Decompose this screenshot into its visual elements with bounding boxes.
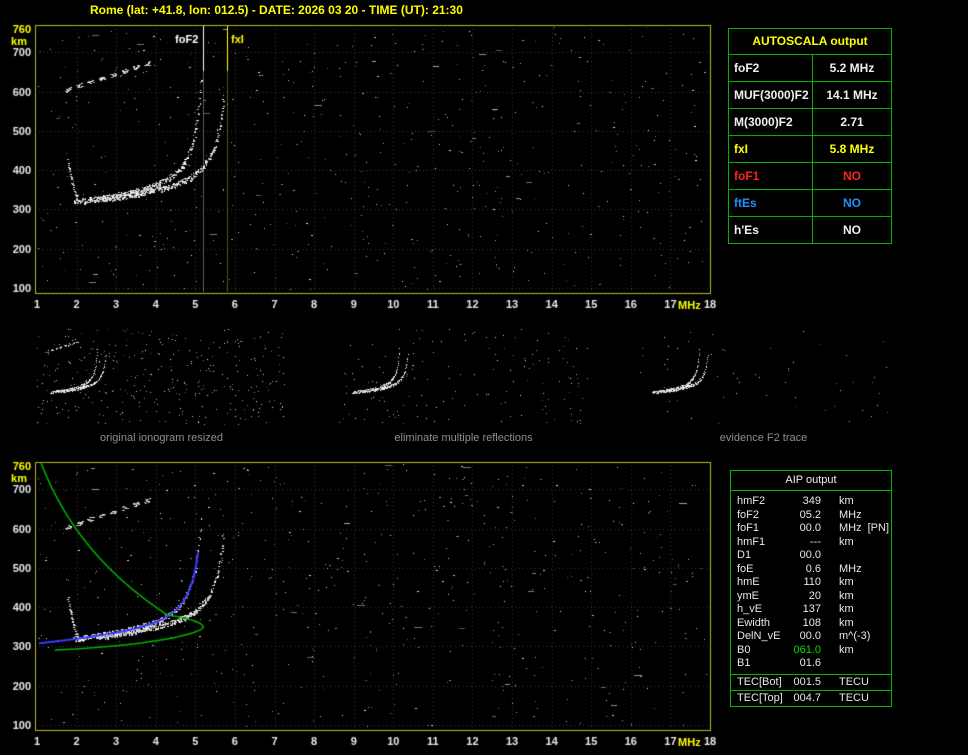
- aip-row-hmf1: hmF1---km: [731, 536, 891, 550]
- autoscala-row-ftes: ftEs NO: [729, 190, 891, 217]
- autoscala-row-value: 5.8 MHz: [813, 136, 891, 162]
- aip-row-hmf2: hmF2349km: [731, 495, 891, 509]
- autoscala-row-hes: h'Es NO: [729, 217, 891, 243]
- autoscala-row-fxi: fxI 5.8 MHz: [729, 136, 891, 163]
- aip-row-delnve: DelN_vE00.0m^(-3): [731, 630, 891, 644]
- aip-row-hme: hmE110km: [731, 576, 891, 590]
- autoscala-output-table: AUTOSCALA output foF2 5.2 MHz MUF(3000)F…: [728, 28, 892, 244]
- thumbnail-caption: evidence F2 trace: [637, 432, 890, 444]
- autoscala-row-muf3000f2: MUF(3000)F2 14.1 MHz: [729, 82, 891, 109]
- aip-row-fof2: foF205.2MHz: [731, 509, 891, 523]
- aip-table-title: AIP output: [731, 471, 891, 491]
- bottom-ionogram-canvas: [0, 455, 725, 755]
- aip-row-tec-bot: TEC[Bot]001.5TECU: [731, 674, 891, 690]
- autoscala-table-title: AUTOSCALA output: [729, 29, 891, 55]
- autoscala-row-label: M(3000)F2: [729, 109, 813, 135]
- aip-row-foe: foE0.6MHz: [731, 563, 891, 577]
- thumbnail-evidence-f2-trace: [637, 327, 890, 427]
- autoscala-row-m3000f2: M(3000)F2 2.71: [729, 109, 891, 136]
- autoscala-row-label: MUF(3000)F2: [729, 82, 813, 108]
- thumbnail-caption: eliminate multiple reflections: [337, 432, 590, 444]
- autoscala-row-value: 14.1 MHz: [813, 82, 891, 108]
- aip-row-fof1: foF100.0MHz[PN]: [731, 522, 891, 536]
- thumbnail-eliminate-reflections: [337, 327, 590, 427]
- aip-output-table: AIP output hmF2349km foF205.2MHz foF100.…: [730, 470, 892, 707]
- thumbnail-caption: original ionogram resized: [35, 432, 288, 444]
- autoscala-window: Rome (lat: +41.8, lon: 012.5) - DATE: 20…: [0, 0, 968, 755]
- autoscala-row-value: 5.2 MHz: [813, 55, 891, 81]
- autoscala-row-label: foF2: [729, 55, 813, 81]
- autoscala-row-fof2: foF2 5.2 MHz: [729, 55, 891, 82]
- autoscala-row-label: foF1: [729, 163, 813, 189]
- top-ionogram-canvas: [0, 18, 725, 316]
- aip-row-yme: ymE20km: [731, 590, 891, 604]
- aip-row-b0: B0061.0km: [731, 644, 891, 658]
- autoscala-row-label: h'Es: [729, 217, 813, 243]
- autoscala-row-fof1: foF1 NO: [729, 163, 891, 190]
- aip-row-d1: D100.0: [731, 549, 891, 563]
- aip-row-ewidth: Ewidth108km: [731, 617, 891, 631]
- autoscala-row-value: 2.71: [813, 109, 891, 135]
- aip-rows: hmF2349km foF205.2MHz foF100.0MHz[PN] hm…: [731, 491, 891, 674]
- autoscala-row-label: fxI: [729, 136, 813, 162]
- autoscala-row-value: NO: [813, 190, 891, 216]
- aip-row-hve: h_vE137km: [731, 603, 891, 617]
- aip-row-tec-top: TEC[Top]004.7TECU: [731, 690, 891, 706]
- autoscala-row-label: ftEs: [729, 190, 813, 216]
- autoscala-row-value: NO: [813, 163, 891, 189]
- station-date-title: Rome (lat: +41.8, lon: 012.5) - DATE: 20…: [90, 3, 463, 17]
- thumbnail-original-ionogram: [35, 327, 288, 427]
- autoscala-row-value: NO: [813, 217, 891, 243]
- aip-row-b1: B101.6: [731, 657, 891, 671]
